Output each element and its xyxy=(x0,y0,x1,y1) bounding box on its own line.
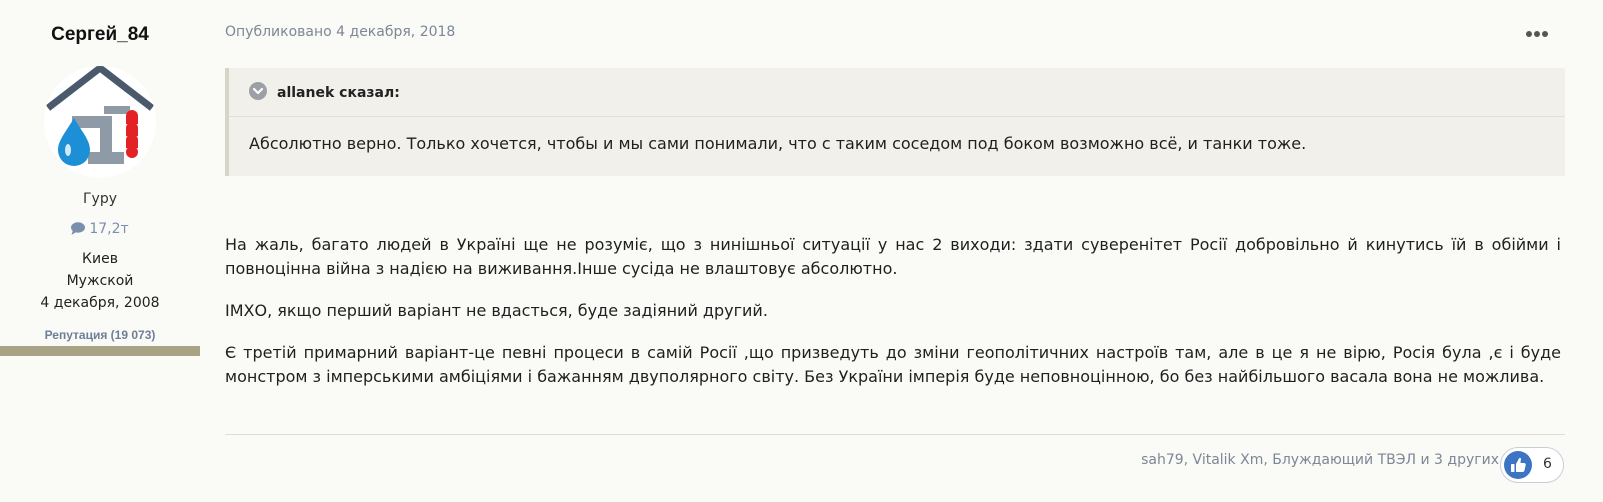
author-reputation: Репутация (19 073) xyxy=(44,328,156,342)
author-rank: Гуру xyxy=(83,191,117,207)
post-count-value: 17,2т xyxy=(89,221,129,237)
quote-block: allanek сказал: Абсолютно верно. Только … xyxy=(225,68,1565,176)
quote-header[interactable]: allanek сказал: xyxy=(249,82,400,104)
avatar-image xyxy=(45,66,155,166)
ellipsis-icon[interactable] xyxy=(1524,26,1550,40)
post-paragraph: ІМХО, якщо перший варіант не вдасться, б… xyxy=(225,301,768,320)
post-content: На жаль, багато людей в Україні ще не ро… xyxy=(225,233,1561,407)
post-paragraph: На жаль, багато людей в Україні ще не ро… xyxy=(225,235,1561,278)
post-divider xyxy=(225,434,1565,435)
comment-icon xyxy=(71,222,86,235)
post-date[interactable]: Опубликовано 4 декабря, 2018 xyxy=(225,24,455,40)
reaction-user-link[interactable]: Vitalik Xm xyxy=(1193,452,1264,468)
separator: , xyxy=(1263,452,1273,468)
reaction-user-link[interactable]: sah79 xyxy=(1141,452,1184,468)
post-paragraph: Є третій примарний варіант-це певні проц… xyxy=(225,343,1561,386)
author-name[interactable]: Сергей_84 xyxy=(0,24,200,46)
quote-divider xyxy=(229,116,1565,117)
avatar[interactable] xyxy=(44,66,156,178)
quote-author: allanek сказал: xyxy=(277,85,400,101)
thumbs-up-icon xyxy=(1504,451,1532,479)
like-count: 6 xyxy=(1543,456,1552,472)
author-joined: 4 декабря, 2008 xyxy=(40,295,160,311)
like-button[interactable]: 6 xyxy=(1500,447,1564,483)
reaction-users: sah79, Vitalik Xm, Блуждающий ТВЭЛ и 3 д… xyxy=(1141,452,1499,468)
chevron-down-circle-icon[interactable] xyxy=(249,82,267,100)
author-city: Киев xyxy=(82,251,118,267)
reaction-user-link[interactable]: Блуждающий ТВЭЛ xyxy=(1272,452,1416,468)
reputation-bar xyxy=(0,346,200,356)
author-gender: Мужской xyxy=(66,273,134,289)
author-panel: Сергей_84 Гуру 17,2т Киев Мужской 4 дека… xyxy=(0,0,200,502)
reaction-others-link[interactable]: и 3 других xyxy=(1416,452,1499,468)
author-post-count[interactable]: 17,2т xyxy=(0,221,200,237)
separator: , xyxy=(1183,452,1193,468)
quote-text: Абсолютно верно. Только хочется, чтобы и… xyxy=(249,134,1307,153)
